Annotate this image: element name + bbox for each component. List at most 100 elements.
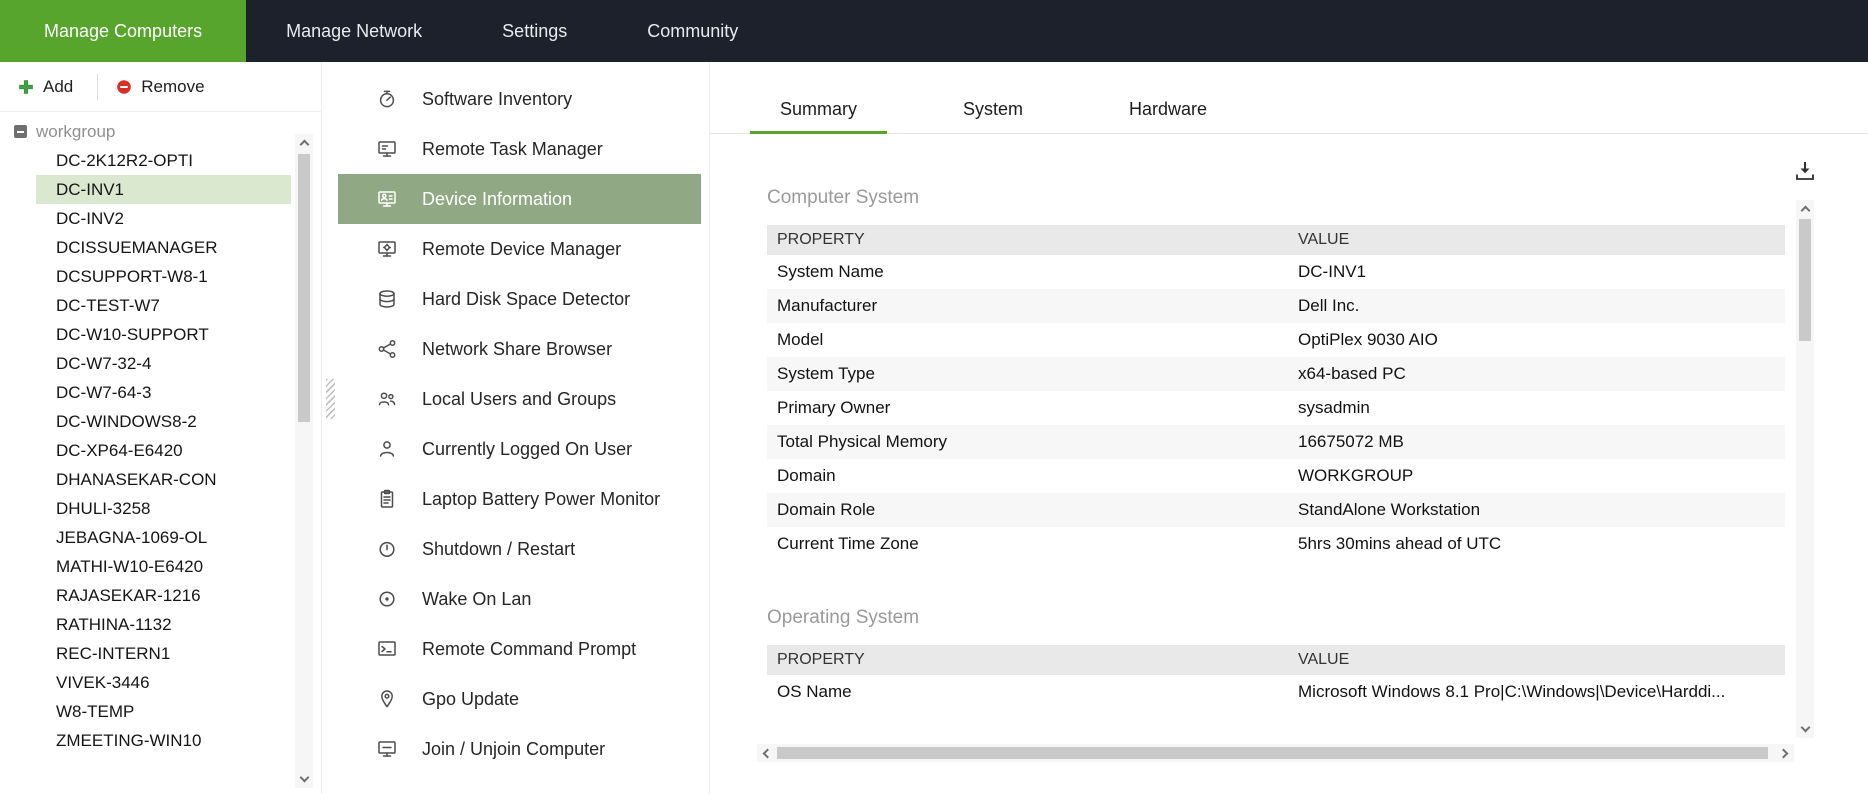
tab-system[interactable]: System (933, 88, 1053, 134)
detail-horizontal-scroll-thumb[interactable] (777, 747, 1768, 759)
tree-item-mathi-w10-e6420[interactable]: MATHI-W10-E6420 (36, 552, 291, 581)
tree-item-dhanasekar-con[interactable]: DHANASEKAR-CON (36, 465, 291, 494)
computer-tree: workgroup DC-2K12R2-OPTI DC-INV1 DC-INV2 DC… (0, 113, 291, 794)
tool-item-remote-device-manager[interactable]: Remote Device Manager (338, 224, 701, 274)
download-icon (1792, 162, 1818, 187)
table-row[interactable]: Total Physical Memory 16675072 MB (767, 425, 1785, 459)
tool-item-label: Local Users and Groups (422, 388, 617, 409)
tool-item-label: Device Information (422, 188, 573, 209)
tree-item-rajasekar-1216[interactable]: RAJASEKAR-1216 (36, 581, 291, 610)
tree-item-dhuli-3258[interactable]: DHULI-3258 (36, 494, 291, 523)
property-cell: Manufacturer (777, 296, 878, 315)
detail-scroll-left-button[interactable] (757, 744, 775, 762)
tree-item-dc-2k12r2-opti[interactable]: DC-2K12R2-OPTI (36, 146, 291, 175)
tool-item-network-share-browser[interactable]: Network Share Browser (338, 324, 701, 374)
tool-item-label: Currently Logged On User (422, 438, 633, 459)
tool-item-wake-on-lan[interactable]: Wake On Lan (338, 574, 701, 624)
toolbar-divider (97, 73, 99, 100)
detail-sections: Computer System PROPERTY VALUE System Name D… (767, 187, 1785, 709)
tree-item-jebagna-1069-ol[interactable]: JEBAGNA-1069-OL (36, 523, 291, 552)
detail-scroll-right-button[interactable] (1776, 744, 1794, 762)
tab-hardware[interactable]: Hardware (1099, 88, 1237, 134)
battery-monitor-icon (376, 488, 398, 510)
tree-item-zmeeting-win10[interactable]: ZMEETING-WIN10 (36, 726, 291, 755)
detail-viewport: Computer System PROPERTY VALUE System Name D… (710, 135, 1792, 742)
nav-tab-manage-computers[interactable]: Manage Computers (0, 0, 247, 62)
tool-item-gpo-update[interactable]: Gpo Update (338, 674, 701, 724)
tool-item-local-users-and-groups[interactable]: Local Users and Groups (338, 374, 701, 424)
computers-panel: Add Remove workgroup DC-2K12R2-OPTI DC-IN… (0, 62, 322, 794)
tool-item-device-information[interactable]: Device Information (338, 174, 701, 224)
column-header-value: VALUE (1288, 225, 1785, 255)
tool-item-shutdown-restart[interactable]: Shutdown / Restart (338, 524, 701, 574)
add-computer-button[interactable]: Add (18, 77, 73, 97)
property-cell: Total Physical Memory (777, 432, 948, 451)
tree-item-rec-intern1[interactable]: REC-INTERN1 (36, 639, 291, 668)
nav-tab-community[interactable]: Community (607, 0, 778, 62)
column-header-property: PROPERTY (767, 645, 1288, 675)
tree-item-w8-temp[interactable]: W8-TEMP (36, 697, 291, 726)
table-row[interactable]: OS Name Microsoft Windows 8.1 Pro|C:\Wind… (767, 675, 1785, 709)
tool-item-remote-task-manager[interactable]: Remote Task Manager (338, 124, 701, 174)
value-cell: DC-INV1 (1298, 262, 1367, 281)
tool-item-laptop-battery-power-monitor[interactable]: Laptop Battery Power Monitor (338, 474, 701, 524)
tree-item-rathina-1132[interactable]: RATHINA-1132 (36, 610, 291, 639)
column-header-value: VALUE (1288, 645, 1785, 675)
detail-scroll-up-button[interactable] (1796, 200, 1814, 218)
table-header-row: PROPERTY VALUE (767, 225, 1785, 255)
tree-scroll-thumb[interactable] (298, 154, 310, 422)
splitter-grip[interactable] (326, 379, 335, 419)
detail-horizontal-scrollbar[interactable] (757, 744, 1794, 762)
tool-item-join-unjoin-computer[interactable]: Join / Unjoin Computer (338, 724, 701, 774)
value-cell: 5hrs 30mins ahead of UTC (1298, 534, 1502, 553)
tree-item-dc-inv1[interactable]: DC-INV1 (36, 175, 291, 204)
tab-summary[interactable]: Summary (750, 88, 888, 134)
tree-root-workgroup[interactable]: workgroup (0, 117, 291, 146)
tree-item-dcissuemanager[interactable]: DCISSUEMANAGER (36, 233, 291, 262)
tool-item-label: Network Share Browser (422, 338, 613, 359)
table-row[interactable]: Domain Role StandAlone Workstation (767, 493, 1785, 527)
detail-vertical-scrollbar[interactable] (1796, 200, 1814, 738)
operating-system-table: PROPERTY VALUE OS Name Microsoft Windows 8.… (767, 645, 1785, 709)
detail-vertical-scroll-thumb[interactable] (1799, 219, 1811, 341)
table-row[interactable]: Manufacturer Dell Inc. (767, 289, 1785, 323)
export-report-button[interactable] (1792, 158, 1818, 184)
table-row[interactable]: System Type x64-based PC (767, 357, 1785, 391)
tool-item-label: Software Inventory (422, 88, 573, 109)
table-row[interactable]: Model OptiPlex 9030 AIO (767, 323, 1785, 357)
nav-tab-manage-network[interactable]: Manage Network (246, 0, 462, 62)
nav-tab-settings[interactable]: Settings (462, 0, 607, 62)
tree-item-dc-w7-32-4[interactable]: DC-W7-32-4 (36, 349, 291, 378)
tree-item-dcsupport-w8-1[interactable]: DCSUPPORT-W8-1 (36, 262, 291, 291)
tree-item-dc-windows8-2[interactable]: DC-WINDOWS8-2 (36, 407, 291, 436)
tree-scroll-down-button[interactable] (295, 770, 313, 788)
tree-item-dc-test-w7[interactable]: DC-TEST-W7 (36, 291, 291, 320)
tree-item-vivek-3446[interactable]: VIVEK-3446 (36, 668, 291, 697)
tool-item-hard-disk-space-detector[interactable]: Hard Disk Space Detector (338, 274, 701, 324)
tool-item-software-inventory[interactable]: Software Inventory (338, 74, 701, 124)
tree-scroll-up-button[interactable] (295, 134, 313, 152)
tool-item-currently-logged-on-user[interactable]: Currently Logged On User (338, 424, 701, 474)
table-row[interactable]: Domain WORKGROUP (767, 459, 1785, 493)
remote-device-manager-icon (376, 238, 398, 260)
remove-computer-button[interactable]: Remove (116, 77, 205, 97)
tree-item-dc-xp64-e6420[interactable]: DC-XP64-E6420 (36, 436, 291, 465)
tree-item-dc-w10-support[interactable]: DC-W10-SUPPORT (36, 320, 291, 349)
chevron-down-icon (299, 772, 309, 783)
detail-scroll-down-button[interactable] (1796, 720, 1814, 738)
tool-item-label: Remote Device Manager (422, 238, 622, 259)
tree-scrollbar[interactable] (295, 134, 313, 788)
table-row[interactable]: System Name DC-INV1 (767, 255, 1785, 289)
remove-icon (116, 79, 132, 95)
panel-splitter[interactable] (322, 62, 338, 794)
hard-disk-icon (376, 288, 398, 310)
computer-system-table: PROPERTY VALUE System Name DC-INV1 Manufactu… (767, 225, 1785, 561)
value-cell: WORKGROUP (1298, 466, 1414, 485)
table-row[interactable]: Current Time Zone 5hrs 30mins ahead of UT… (767, 527, 1785, 561)
tree-item-dc-w7-64-3[interactable]: DC-W7-64-3 (36, 378, 291, 407)
tool-item-remote-command-prompt[interactable]: Remote Command Prompt (338, 624, 701, 674)
tree-item-dc-inv2[interactable]: DC-INV2 (36, 204, 291, 233)
table-row[interactable]: Primary Owner sysadmin (767, 391, 1785, 425)
collapse-icon[interactable] (14, 125, 27, 138)
value-cell: sysadmin (1298, 398, 1370, 417)
